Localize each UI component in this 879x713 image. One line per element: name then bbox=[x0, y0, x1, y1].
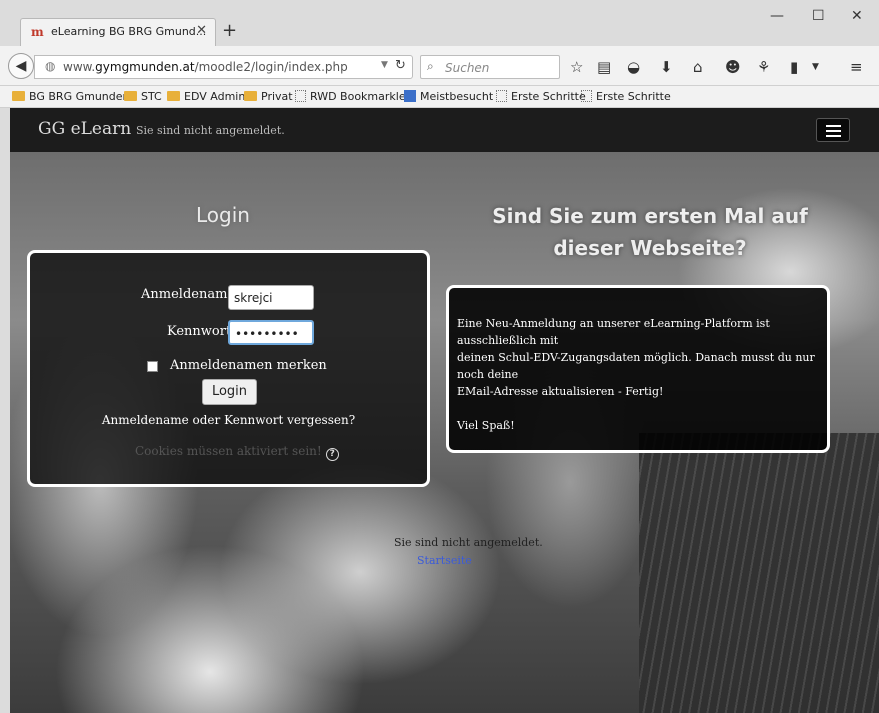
bookmark-item[interactable]: Meistbesucht bbox=[404, 90, 493, 103]
folder-icon bbox=[167, 91, 180, 101]
tab-close-icon[interactable]: ✕ bbox=[196, 23, 207, 38]
back-arrow-icon[interactable]: ◀ bbox=[8, 53, 34, 79]
username-input[interactable]: skrejci bbox=[228, 285, 314, 310]
site-brand[interactable]: GG eLearn bbox=[38, 119, 131, 139]
url-dropdown-icon[interactable]: ▼ bbox=[381, 60, 388, 70]
maximize-icon[interactable]: ☐ bbox=[812, 8, 825, 24]
info-line: deinen Schul-EDV-Zugangsdaten möglich. D… bbox=[457, 351, 815, 381]
search-input[interactable]: ⌕ Suchen bbox=[420, 55, 560, 79]
folder-icon bbox=[124, 91, 137, 101]
bookmark-item[interactable]: Privat bbox=[244, 90, 293, 103]
help-icon[interactable]: ? bbox=[325, 448, 339, 461]
info-line: EMail-Adresse aktualisieren - Fertig! bbox=[457, 385, 664, 398]
page-icon bbox=[581, 90, 592, 102]
bookmark-star-icon[interactable]: ☆ bbox=[570, 58, 583, 76]
reload-icon[interactable]: ↻ bbox=[395, 58, 406, 73]
hamburger-menu-icon[interactable]: ≡ bbox=[850, 58, 863, 76]
bookmark-item[interactable]: EDV Admin bbox=[167, 90, 245, 103]
close-window-icon[interactable]: ✕ bbox=[851, 8, 863, 24]
bookmark-item[interactable]: RWD Bookmarklet bbox=[295, 90, 410, 103]
chat-icon[interactable]: ☻ bbox=[725, 58, 741, 76]
page-viewport: GG eLearn Sie sind nicht angemeldet. Log… bbox=[10, 108, 879, 713]
site-header: GG eLearn Sie sind nicht angemeldet. bbox=[10, 108, 879, 152]
menu-bar-icon bbox=[826, 135, 841, 137]
minimize-icon[interactable]: — bbox=[770, 8, 784, 24]
menu-bar-icon bbox=[826, 125, 841, 127]
login-heading: Login bbox=[196, 203, 250, 227]
nav-toggle-button[interactable] bbox=[816, 118, 850, 142]
extension-icon[interactable]: ⚘ bbox=[757, 58, 770, 76]
bookmark-item[interactable]: Erste Schritte bbox=[496, 90, 586, 103]
cookies-note: Cookies müssen aktiviert sein!? bbox=[135, 444, 339, 461]
login-button[interactable]: Login bbox=[202, 379, 257, 405]
footer-login-status: Sie sind nicht angemeldet. bbox=[394, 536, 543, 549]
home-link[interactable]: Startseite bbox=[417, 554, 472, 567]
login-panel: Anmeldename skrejci Kennwort ••••••••• A… bbox=[27, 250, 430, 487]
clipboard-icon[interactable]: ▮ bbox=[790, 58, 798, 76]
username-label: Anmeldename bbox=[141, 287, 236, 302]
menu-bar-icon bbox=[826, 130, 841, 132]
page-icon bbox=[295, 90, 306, 102]
new-tab-icon[interactable]: + bbox=[222, 20, 237, 41]
browser-tab[interactable]: m eLearning BG BRG Gmund... ✕ bbox=[20, 18, 216, 46]
moodle-favicon-icon: m bbox=[31, 25, 44, 39]
star-icon bbox=[404, 90, 416, 102]
login-status: Sie sind nicht angemeldet. bbox=[136, 124, 285, 137]
remember-label: Anmeldenamen merken bbox=[170, 358, 327, 373]
pocket-icon[interactable]: ◒ bbox=[627, 58, 640, 76]
browser-titlebar: m eLearning BG BRG Gmund... ✕ + — ☐ ✕ bbox=[0, 0, 879, 46]
page-icon bbox=[496, 90, 507, 102]
browser-navbar: ◀ ◍ www.gymgmunden.at/moodle2/login/inde… bbox=[0, 46, 879, 86]
tab-title: eLearning BG BRG Gmund... bbox=[51, 25, 207, 38]
signup-info-panel: Eine Neu-Anmeldung an unserer eLearning-… bbox=[446, 285, 830, 453]
folder-icon bbox=[244, 91, 257, 101]
remember-checkbox[interactable] bbox=[147, 361, 158, 372]
bookmark-item[interactable]: STC bbox=[124, 90, 162, 103]
password-label: Kennwort bbox=[167, 324, 232, 339]
search-icon: ⌕ bbox=[427, 59, 434, 73]
search-placeholder: Suchen bbox=[445, 61, 490, 75]
password-input[interactable]: ••••••••• bbox=[228, 320, 314, 345]
bookmarks-toolbar: BG BRG Gmunden STC EDV Admin Privat RWD … bbox=[0, 86, 879, 108]
deck-image bbox=[639, 433, 879, 713]
folder-icon bbox=[12, 91, 25, 101]
forgot-password-link[interactable]: Anmeldename oder Kennwort vergessen? bbox=[30, 413, 427, 427]
home-icon[interactable]: ⌂ bbox=[693, 58, 703, 76]
clipboard-dropdown-icon[interactable]: ▼ bbox=[812, 62, 819, 72]
signup-heading: Sind Sie zum ersten Mal auf dieser Webse… bbox=[492, 204, 808, 260]
reading-list-icon[interactable]: ▤ bbox=[597, 58, 611, 76]
info-closing: Viel Spaß! bbox=[457, 419, 515, 432]
url-text: www.gymgmunden.at/moodle2/login/index.ph… bbox=[63, 60, 348, 74]
bookmark-item[interactable]: BG BRG Gmunden bbox=[12, 90, 130, 103]
download-icon[interactable]: ⬇ bbox=[660, 58, 673, 76]
site-info-icon[interactable]: ◍ bbox=[45, 59, 55, 73]
address-bar[interactable]: ◍ www.gymgmunden.at/moodle2/login/index.… bbox=[34, 55, 413, 79]
bookmark-item[interactable]: Erste Schritte bbox=[581, 90, 671, 103]
info-line: Eine Neu-Anmeldung an unserer eLearning-… bbox=[457, 317, 770, 347]
